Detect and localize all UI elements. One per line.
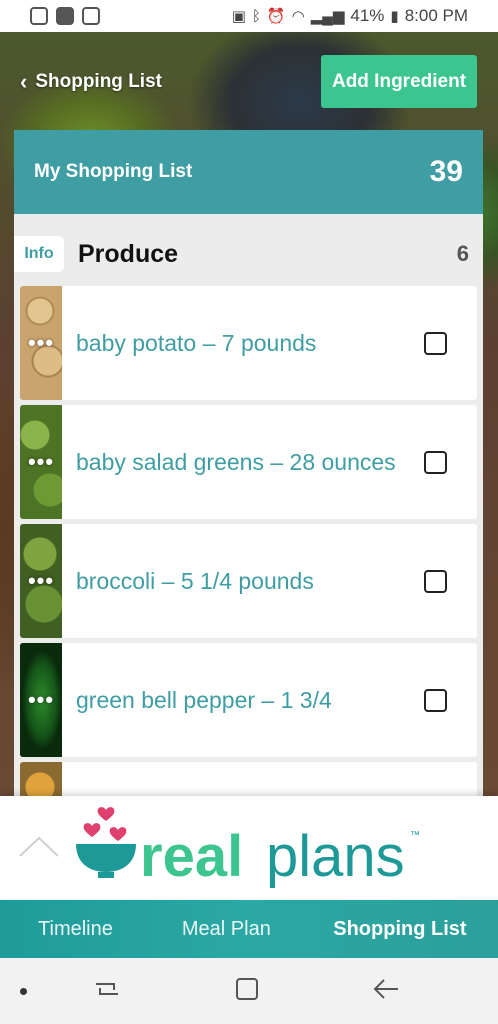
- more-options-icon[interactable]: •••: [20, 405, 62, 519]
- list-header: My Shopping List 39: [14, 130, 483, 214]
- item-thumbnail[interactable]: •••: [20, 286, 62, 400]
- realplans-logo: real plans ™: [76, 807, 420, 889]
- chevron-up-icon[interactable]: [18, 826, 60, 868]
- tab-timeline[interactable]: Timeline: [0, 918, 151, 941]
- battery-percent: 41%: [350, 6, 385, 25]
- list-count: 39: [429, 155, 463, 188]
- chevron-left-icon: ‹: [20, 69, 28, 94]
- back-label: Shopping List: [35, 71, 162, 92]
- status-system: ▣ ᛒ ⏰ ◠ ▂▄▆ 41% ▮ 8:00 PM: [232, 6, 468, 26]
- signal-icon: ▂▄▆: [310, 8, 345, 25]
- produce-section: Info Produce 6 ••• baby potato – 7 pound…: [14, 214, 483, 804]
- tab-shopping-list[interactable]: Shopping List: [302, 918, 498, 941]
- item-label[interactable]: baby potato – 7 pounds: [62, 329, 477, 358]
- list-item[interactable]: ••• baby salad greens – 28 ounces: [20, 405, 477, 519]
- list-item[interactable]: ••• baby potato – 7 pounds: [20, 286, 477, 400]
- nav-dot-icon: [20, 988, 27, 995]
- list-item[interactable]: ••• broccoli – 5 1/4 pounds: [20, 524, 477, 638]
- item-thumbnail[interactable]: •••: [20, 524, 62, 638]
- instagram-icon: [30, 7, 48, 25]
- recent-apps-icon[interactable]: [94, 976, 120, 1002]
- item-checkbox[interactable]: [424, 689, 447, 712]
- section-count: 6: [456, 241, 469, 266]
- back-icon[interactable]: [372, 976, 400, 1002]
- more-options-icon[interactable]: •••: [20, 643, 62, 757]
- list-item[interactable]: ••• green bell pepper – 1 3/4: [20, 643, 477, 757]
- alarm-icon: ⏰: [266, 8, 286, 25]
- status-bar: ▣ ᛒ ⏰ ◠ ▂▄▆ 41% ▮ 8:00 PM: [0, 0, 498, 32]
- bottom-tab-bar: Timeline Meal Plan Shopping List: [0, 900, 498, 958]
- battery-saver-icon: ▣: [231, 8, 246, 25]
- item-thumbnail[interactable]: •••: [20, 405, 62, 519]
- clock: 8:00 PM: [404, 6, 468, 25]
- logo-text-bold: real: [140, 824, 243, 889]
- item-label[interactable]: baby salad greens – 28 ounces: [62, 448, 477, 477]
- add-ingredient-button[interactable]: Add Ingredient: [321, 55, 477, 108]
- info-button[interactable]: Info: [14, 236, 64, 272]
- battery-icon: ▮: [390, 8, 399, 25]
- bluetooth-icon: ᛒ: [251, 7, 261, 25]
- item-checkbox[interactable]: [424, 451, 447, 474]
- logo-trademark: ™: [410, 830, 420, 841]
- item-thumbnail[interactable]: •••: [20, 643, 62, 757]
- wifi-icon: ◠: [291, 8, 305, 25]
- item-list: ••• baby potato – 7 pounds ••• baby sala…: [20, 286, 477, 804]
- more-options-icon[interactable]: •••: [20, 286, 62, 400]
- logo-bar: real plans ™: [0, 796, 498, 900]
- list-title: My Shopping List: [34, 161, 193, 182]
- item-checkbox[interactable]: [424, 332, 447, 355]
- logo-text-light: plans: [266, 824, 405, 889]
- system-nav-bar: [0, 958, 498, 1024]
- item-checkbox[interactable]: [424, 570, 447, 593]
- more-options-icon[interactable]: •••: [20, 524, 62, 638]
- facebook-icon: [56, 7, 74, 25]
- status-notifications: [30, 7, 100, 25]
- back-button[interactable]: ‹ Shopping List: [20, 66, 162, 98]
- section-title: Produce: [78, 240, 179, 268]
- home-icon[interactable]: [234, 976, 260, 1002]
- item-label[interactable]: broccoli – 5 1/4 pounds: [62, 567, 477, 596]
- section-header: Info Produce 6: [14, 214, 483, 286]
- tab-meal-plan[interactable]: Meal Plan: [151, 918, 302, 941]
- item-label[interactable]: green bell pepper – 1 3/4: [62, 686, 477, 715]
- checklist-icon: [82, 7, 100, 25]
